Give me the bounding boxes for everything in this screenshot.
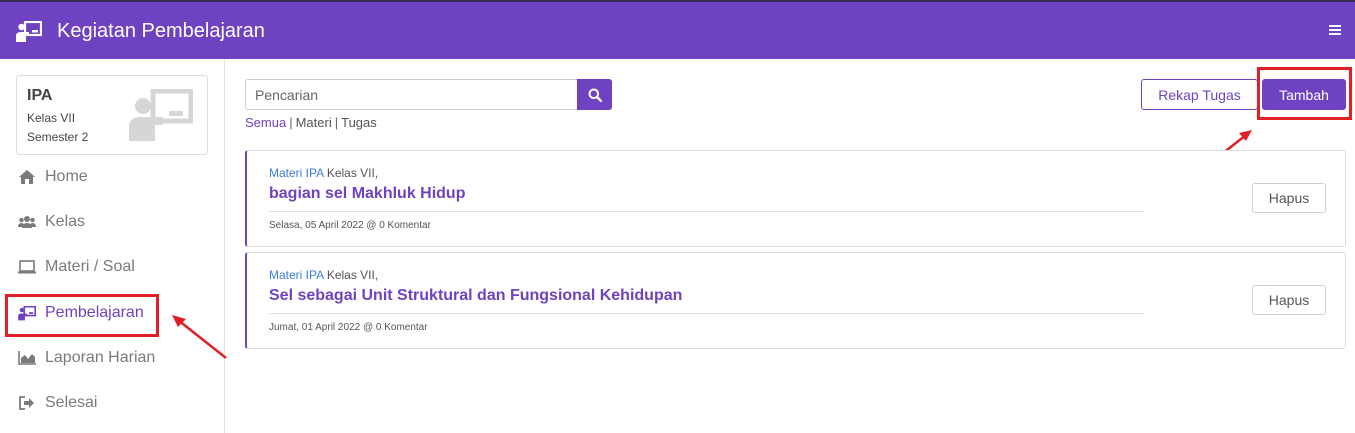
top-bar: Kegiatan Pembelajaran <box>0 0 1355 59</box>
filter-links: Semua | Materi | Tugas <box>245 115 377 130</box>
item-title[interactable]: Sel sebagai Unit Struktural dan Fungsion… <box>269 287 682 305</box>
hamburger-icon[interactable] <box>1329 24 1341 36</box>
sidebar-item-laporan-harian[interactable]: Laporan Harian <box>18 343 155 373</box>
search-icon <box>588 88 602 102</box>
class-subject: IPA <box>27 87 53 104</box>
sidebar-item-home[interactable]: Home <box>18 162 88 192</box>
area-chart-icon <box>18 350 36 366</box>
rekap-tugas-button[interactable]: Rekap Tugas <box>1141 79 1258 110</box>
annotation-arrow-icon <box>172 315 227 359</box>
delete-button[interactable]: Hapus <box>1252 183 1326 213</box>
filter-tugas[interactable]: Tugas <box>341 115 377 130</box>
item-divider <box>269 313 1145 314</box>
item-meta-category: Materi IPA <box>269 166 324 180</box>
sidebar-item-label: Home <box>45 168 88 185</box>
app-title: Kegiatan Pembelajaran <box>57 20 265 42</box>
search-input[interactable] <box>245 79 578 110</box>
delete-button[interactable]: Hapus <box>1252 285 1326 315</box>
item-meta: Materi IPA Kelas VII, <box>269 268 378 282</box>
item-meta-category: Materi IPA <box>269 268 324 282</box>
sidebar-item-label: Kelas <box>45 213 86 230</box>
annotation-highlight-tambah <box>1257 67 1352 120</box>
item-footer: Jumat, 01 April 2022 @ 0 Komentar <box>269 322 428 333</box>
list-item: Materi IPA Kelas VII, Sel sebagai Unit S… <box>245 252 1346 349</box>
item-footer: Selasa, 05 April 2022 @ 0 Komentar <box>269 220 431 231</box>
filter-separator: | <box>289 115 293 130</box>
laptop-icon <box>18 259 36 275</box>
sidebar-item-label: Laporan Harian <box>45 349 156 366</box>
class-grade: Kelas VII <box>27 111 76 125</box>
item-meta-class: Kelas VII, <box>326 166 379 180</box>
presentation-icon <box>16 21 42 42</box>
sidebar-item-label: Materi / Soal <box>45 258 135 275</box>
sidebar-item-selesai[interactable]: Selesai <box>18 388 97 418</box>
annotation-highlight-pembelajaran <box>5 294 159 337</box>
item-meta: Materi IPA Kelas VII, <box>269 166 378 180</box>
sidebar-item-label: Selesai <box>45 394 98 411</box>
list-item: Materi IPA Kelas VII, bagian sel Makhluk… <box>245 150 1346 247</box>
item-title[interactable]: bagian sel Makhluk Hidup <box>269 185 465 203</box>
home-icon <box>18 169 36 185</box>
users-icon <box>18 214 36 230</box>
sidebar: IPA Kelas VII Semester 2 Home Kelas Mate… <box>0 59 225 433</box>
search-button[interactable] <box>577 79 612 110</box>
item-divider <box>269 211 1145 212</box>
sidebar-item-materi-soal[interactable]: Materi / Soal <box>18 252 135 282</box>
filter-semua[interactable]: Semua <box>245 115 286 130</box>
filter-materi[interactable]: Materi <box>296 115 332 130</box>
filter-separator: | <box>334 115 339 130</box>
teacher-board-icon <box>129 89 193 141</box>
class-info-card: IPA Kelas VII Semester 2 <box>16 75 208 155</box>
sign-out-icon <box>18 395 36 411</box>
item-meta-class: Kelas VII, <box>326 268 379 282</box>
class-semester: Semester 2 <box>27 130 89 144</box>
sidebar-item-kelas[interactable]: Kelas <box>18 207 85 237</box>
